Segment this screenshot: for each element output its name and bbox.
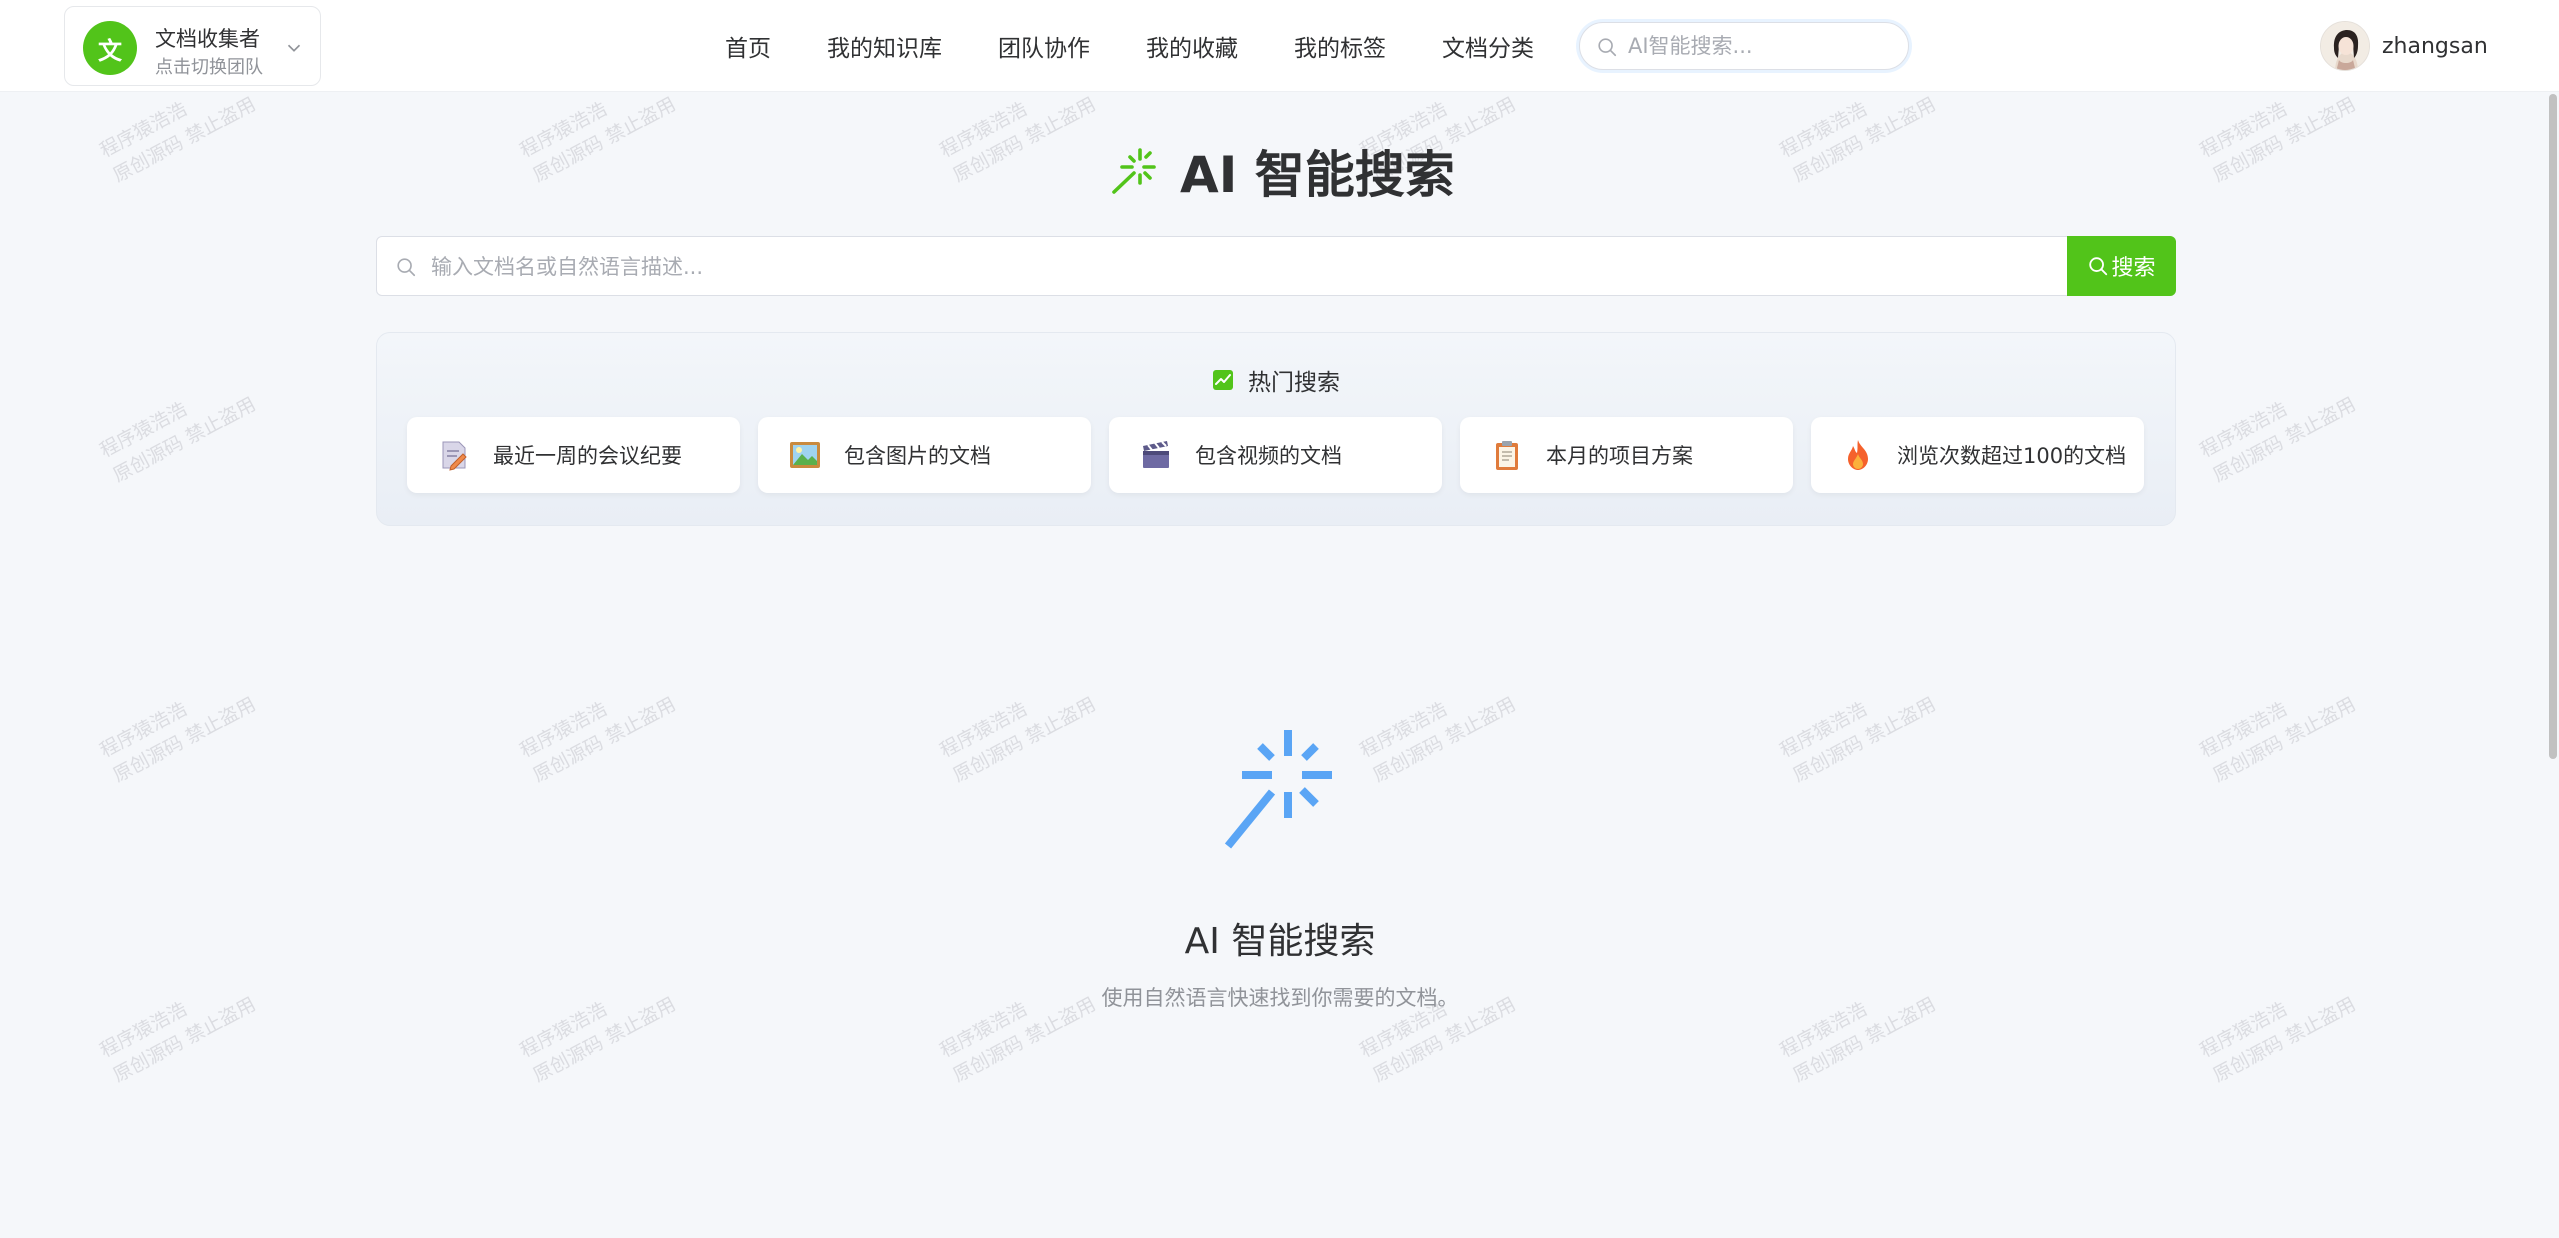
user-menu[interactable]: zhangsan <box>2320 20 2488 72</box>
watermark: 程序猿浩浩原创源码 禁止盗用 <box>2196 993 2360 1087</box>
team-switch-hint: 点击切换团队 <box>155 57 263 78</box>
memo-pencil-icon <box>437 438 471 472</box>
nav-item-document-categories[interactable]: 文档分类 <box>1442 29 1534 63</box>
empty-state-description: 使用自然语言快速找到你需要的文档。 <box>1101 986 1459 1010</box>
search-icon <box>1598 38 1617 57</box>
hot-search-header: 热门搜索 <box>377 363 2175 397</box>
avatar[interactable] <box>2320 21 2370 71</box>
ai-search-input[interactable] <box>431 247 2011 287</box>
trending-chart-icon <box>1213 370 1233 390</box>
watermark: 程序猿浩浩原创源码 禁止盗用 <box>1776 693 1940 787</box>
team-avatar: 文 <box>83 21 137 75</box>
user-name: zhangsan <box>2382 33 2488 59</box>
nav-item-team-collaboration[interactable]: 团队协作 <box>998 29 1090 63</box>
hot-search-list: 最近一周的会议纪要 包含图片的文档 包含视频的文档 本月的项目方案 浏览次数超过… <box>407 417 2144 493</box>
search-icon <box>397 258 416 277</box>
nav-item-my-knowledge-base[interactable]: 我的知识库 <box>827 29 942 63</box>
watermark: 程序猿浩浩原创源码 禁止盗用 <box>96 393 260 487</box>
fire-icon <box>1841 438 1875 472</box>
main-nav: 首页 我的知识库 团队协作 我的收藏 我的标签 文档分类 <box>700 0 1562 92</box>
nav-item-my-tags[interactable]: 我的标签 <box>1294 29 1386 63</box>
page-title-block: AI 智能搜索 <box>1110 136 1455 206</box>
hot-search-panel: 热门搜索 最近一周的会议纪要 包含图片的文档 包含视频的文档 本月的项目方案 浏… <box>376 332 2176 526</box>
hot-search-title: 热门搜索 <box>1248 370 1340 396</box>
search-icon <box>2089 257 2108 276</box>
picture-icon <box>788 438 822 472</box>
empty-state: AI 智能搜索 使用自然语言快速找到你需要的文档。 <box>1000 720 1560 1012</box>
search-button-label: 搜索 <box>2111 256 2156 281</box>
header-search-input[interactable] <box>1628 29 1893 63</box>
team-name: 文档收集者 <box>155 27 260 51</box>
hot-search-item-with-videos[interactable]: 包含视频的文档 <box>1109 417 1442 493</box>
search-button[interactable]: 搜索 <box>2067 236 2176 296</box>
empty-state-title: AI 智能搜索 <box>1184 921 1376 962</box>
header-search-box[interactable] <box>1579 22 1909 70</box>
watermark: 程序猿浩浩原创源码 禁止盗用 <box>2196 693 2360 787</box>
hot-search-item-with-images[interactable]: 包含图片的文档 <box>758 417 1091 493</box>
watermark: 程序猿浩浩原创源码 禁止盗用 <box>1776 993 1940 1087</box>
watermark: 程序猿浩浩原创源码 禁止盗用 <box>96 693 260 787</box>
chevron-down-icon <box>287 44 301 52</box>
hot-search-item-meeting-minutes[interactable]: 最近一周的会议纪要 <box>407 417 740 493</box>
watermark: 程序猿浩浩原创源码 禁止盗用 <box>2196 393 2360 487</box>
clipboard-icon <box>1490 438 1524 472</box>
page-scrollbar[interactable] <box>2549 94 2557 759</box>
watermark: 程序猿浩浩原创源码 禁止盗用 <box>516 693 680 787</box>
nav-item-my-favorites[interactable]: 我的收藏 <box>1146 29 1238 63</box>
page-title: AI 智能搜索 <box>1180 146 1455 204</box>
magic-wand-icon <box>1112 148 1156 194</box>
team-switcher[interactable]: 文 文档收集者 点击切换团队 <box>64 6 321 86</box>
hot-search-item-views-over-100[interactable]: 浏览次数超过100的文档 <box>1811 417 2144 493</box>
top-header: 文 文档收集者 点击切换团队 首页 我的知识库 团队协作 我的收藏 我的标签 文… <box>0 0 2559 92</box>
ai-search-box[interactable]: 搜索 <box>376 236 2176 296</box>
clapperboard-icon <box>1139 438 1173 472</box>
watermark: 程序猿浩浩原创源码 禁止盗用 <box>516 993 680 1087</box>
magic-wand-icon <box>1224 730 1332 849</box>
nav-item-home[interactable]: 首页 <box>725 29 771 63</box>
watermark: 程序猿浩浩原创源码 禁止盗用 <box>96 993 260 1087</box>
hot-search-item-monthly-project-plans[interactable]: 本月的项目方案 <box>1460 417 1793 493</box>
